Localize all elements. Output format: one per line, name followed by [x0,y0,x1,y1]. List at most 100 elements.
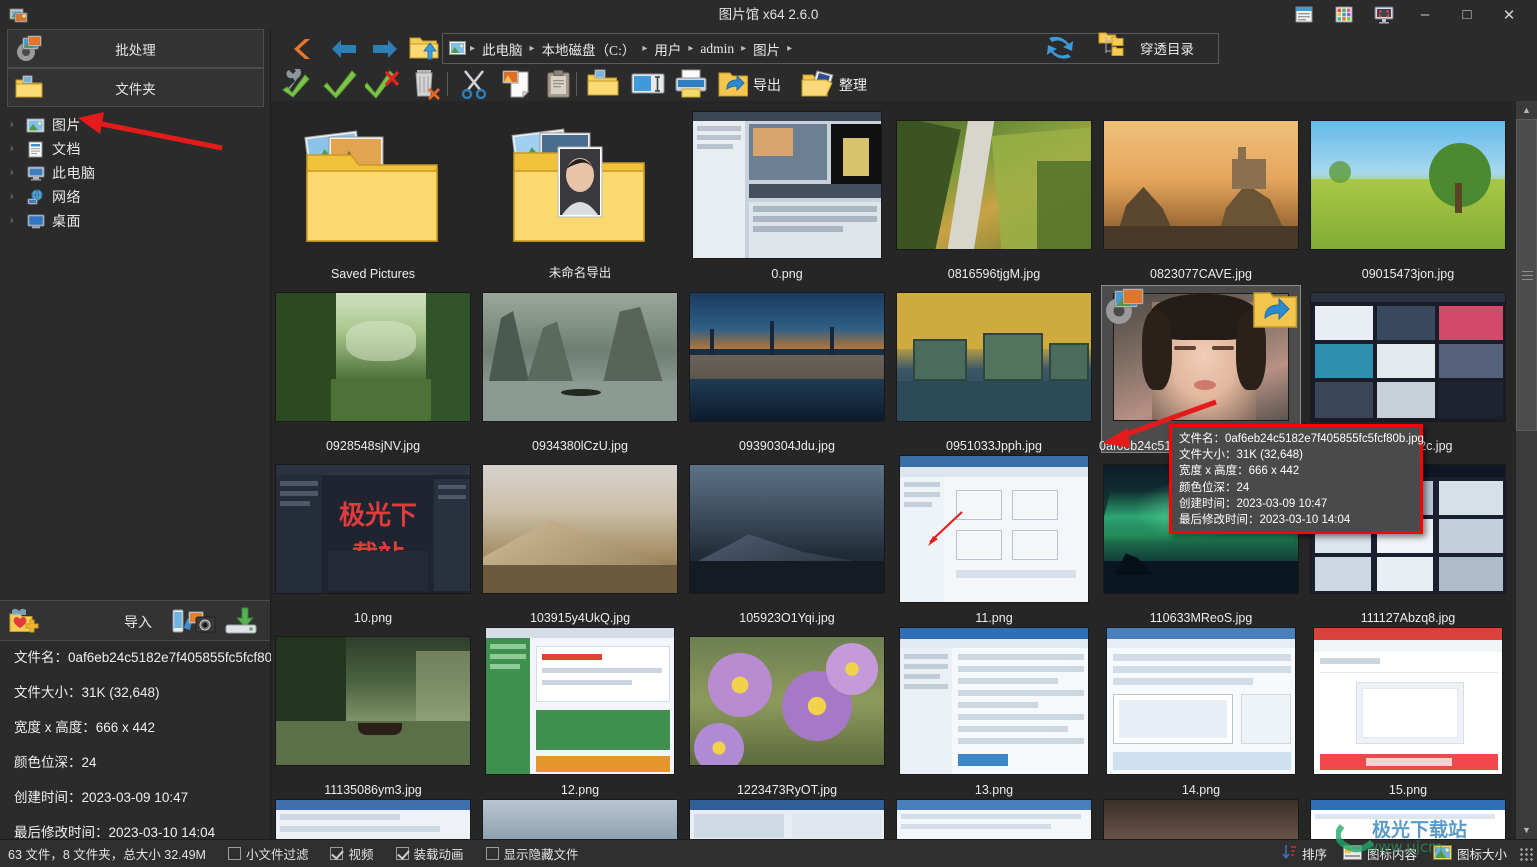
grid-item[interactable]: 未命名导出 [478,111,682,283]
checkbox-box[interactable] [485,847,499,860]
disk-import-icon[interactable] [224,606,262,641]
grid-item[interactable]: 0934380lCzU.jpg [478,283,682,455]
sidebar-item-this-pc[interactable]: › 此电脑 [0,161,271,185]
grid-item[interactable]: 0.png [685,111,889,283]
checkbox-load-animation[interactable]: 装载动画 [395,844,464,863]
breadcrumb-admin[interactable]: admin [694,39,740,59]
chevron-right-icon[interactable]: › [10,120,26,130]
maximize-button[interactable]: □ [1447,0,1487,29]
chevron-right-icon[interactable]: › [10,144,26,154]
scrollbar-thumb[interactable] [1516,119,1537,431]
grid-item[interactable] [892,799,1096,839]
refresh-icon[interactable] [1043,32,1077,64]
sidebar-item-documents[interactable]: › 文档 [0,137,271,161]
export-label[interactable]: 导出 [753,75,781,95]
grid-item-label: 11135086ym3.jpg [324,783,422,797]
export-folder-icon[interactable] [714,68,754,100]
new-folder-icon[interactable] [583,68,623,100]
info-filename: 文件名：0af6eb24c5182e7f405855fc5fcf80 [14,650,273,665]
sidebar-item-network[interactable]: › 网络 [0,185,271,209]
thumbnail [1306,283,1510,431]
forward-arrow-icon[interactable] [368,34,402,64]
passthrough-directory-button[interactable]: 穿透目录 [1098,32,1194,64]
grid-item[interactable]: 0928548sjNV.jpg [271,283,475,455]
folder-button-label: 文件夹 [115,81,156,97]
grid-item[interactable]: 13.png [892,627,1096,799]
grid-item[interactable]: 11.png [892,455,1096,627]
breadcrumb-this-pc[interactable]: 此电脑 [476,37,529,61]
grid-item[interactable]: 103915y4UkQ.jpg [478,455,682,627]
open-parent-folder-icon[interactable] [407,31,441,65]
grid-item[interactable] [685,799,889,839]
batch-process-button[interactable]: 批处理 [7,29,264,68]
organize-folder-icon[interactable] [799,68,839,100]
paste-icon[interactable] [539,68,579,100]
checkbox-box[interactable] [395,847,409,860]
icon-size-button[interactable]: 图标大小 [1427,842,1513,865]
breadcrumb-pictures[interactable]: 图片 [747,37,786,61]
grid-item[interactable]: 0823077CAVE.jpg [1099,111,1303,283]
chevron-right-icon[interactable]: › [10,216,26,226]
navigation-row: ▸ 此电脑 ▸ 本地磁盘（C:） ▸ 用户 ▸ admin ▸ 图片 ▸ 穿透目… [271,29,1537,67]
grid-item[interactable]: 极光下载站 10.png [271,455,475,627]
chevron-right-icon[interactable]: › [10,192,26,202]
sort-button[interactable]: 排序 [1276,842,1333,865]
grid-item[interactable] [1099,799,1303,839]
select-all-icon[interactable] [320,68,360,100]
grid-item[interactable]: 09015473jon.jpg [1306,111,1510,283]
copy-icon[interactable] [497,68,537,100]
breadcrumb-local-disk[interactable]: 本地磁盘（C:） [536,37,642,61]
sidebar-label-documents: 文档 [52,141,81,157]
grid-item[interactable]: 09390304Jdu.jpg [685,283,889,455]
sidebar-item-pictures[interactable]: › 图片 [0,113,271,137]
grid-item[interactable]: 14.png [1099,627,1303,799]
grid-item[interactable] [478,799,682,839]
thumbnail [271,799,475,839]
grid-item[interactable]: 0816596tjgM.jpg [892,111,1096,283]
favorites-add-icon[interactable] [8,606,40,641]
color-palette-icon[interactable] [1325,1,1363,28]
camera-import-icon[interactable] [172,606,216,641]
grid-item[interactable] [271,799,475,839]
grid-item[interactable]: 105923O1Yqi.jpg [685,455,889,627]
folder-button[interactable]: 文件夹 [7,68,264,107]
desktop-icon [26,213,46,230]
settings-check-icon[interactable] [278,68,318,100]
close-button[interactable]: ✕ [1489,0,1529,29]
checkbox-box[interactable] [227,847,241,860]
vertical-scrollbar[interactable]: ▲ ▼ [1516,101,1537,839]
scroll-up-icon[interactable]: ▲ [1516,101,1537,119]
checkbox-box[interactable] [330,847,344,860]
checkbox-video[interactable]: 视频 [330,844,374,863]
icon-content-button[interactable]: 图标内容 [1337,842,1423,865]
import-bar: 导入 [0,600,270,641]
resize-grip[interactable] [1519,846,1533,861]
minimize-button[interactable]: – [1405,0,1445,29]
delete-icon[interactable] [406,68,446,100]
chevron-right-icon[interactable]: › [10,168,26,178]
rename-icon[interactable] [628,68,668,100]
screen-capture-icon[interactable] [1365,1,1403,28]
grid-item[interactable]: 0951033Jpph.jpg [892,283,1096,455]
grid-item[interactable] [1306,799,1510,839]
grid-item[interactable]: 1223473RyOT.jpg [685,627,889,799]
tooltip-modified: 最后修改时间：2023-03-10 14:04 [1179,514,1351,527]
scroll-down-icon[interactable]: ▼ [1516,821,1537,839]
print-icon[interactable] [671,68,711,100]
organize-label[interactable]: 整理 [839,75,867,95]
checkbox-small-file-filter[interactable]: 小文件过滤 [227,844,308,863]
grid-item[interactable]: 15.png [1306,627,1510,799]
grid-item[interactable]: Saved Pictures [271,111,475,283]
cut-icon[interactable] [455,68,495,100]
deselect-icon[interactable] [363,68,403,100]
sidebar-item-desktop[interactable]: › 桌面 [0,209,271,233]
grid-item[interactable]: 12.png [478,627,682,799]
status-right-tools: 排序 图标内容 图标大小 [1276,842,1533,865]
document-list-icon[interactable] [1285,1,1323,28]
checkbox-show-hidden-files[interactable]: 显示隐藏文件 [485,844,579,863]
breadcrumb-users[interactable]: 用户 [648,37,687,61]
folder-tree-icon [1098,31,1134,66]
back-arrow-icon[interactable] [327,34,361,64]
back-up-icon[interactable] [283,34,317,64]
grid-item[interactable]: 11135086ym3.jpg [271,627,475,799]
